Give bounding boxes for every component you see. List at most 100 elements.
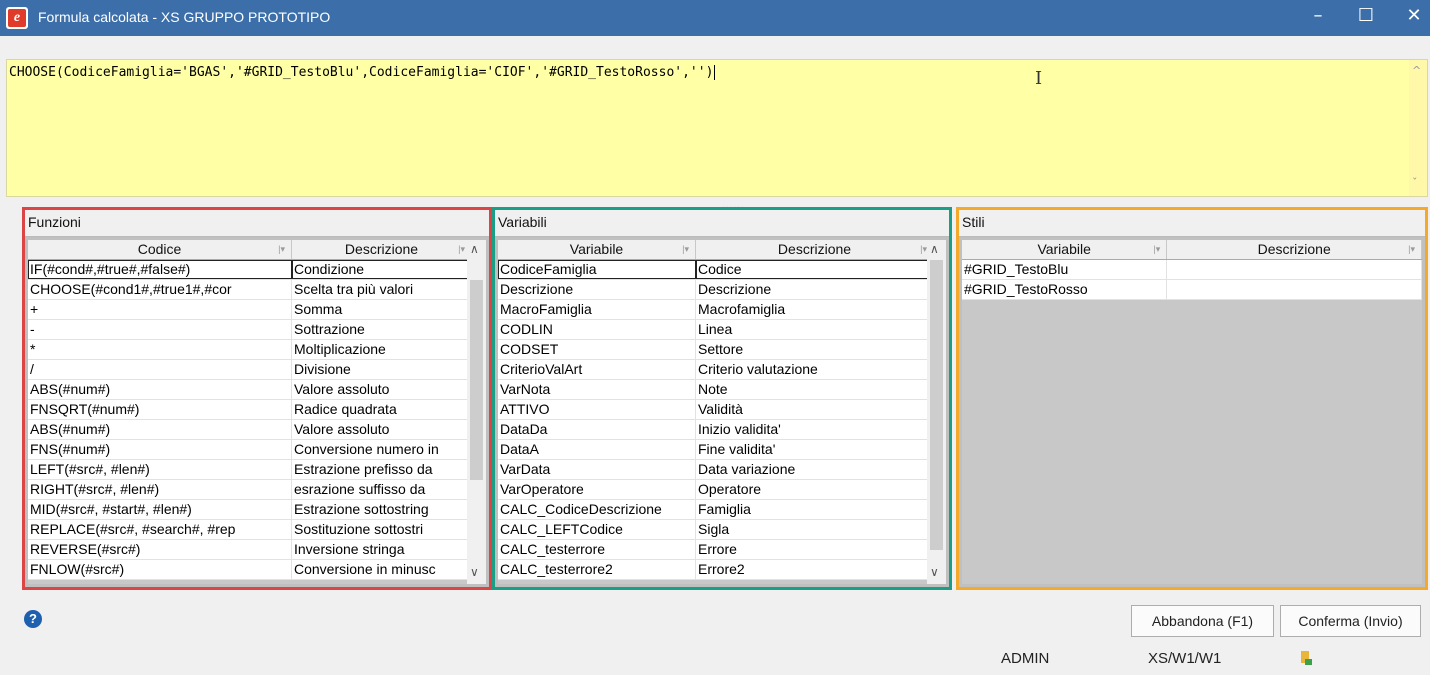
functions-cell: IF(#cond#,#true#,#false#) [28,260,292,279]
scroll-down-icon[interactable]: ˇ [1412,176,1418,189]
functions-cell: REVERSE(#src#) [28,540,292,559]
variables-row[interactable]: MacroFamiglia Macrofamiglia [498,300,946,320]
variables-panel: Variabili Variabile |▾ Descrizione |▾ Codi… [492,207,952,590]
maximize-icon[interactable]: ☐ [1346,0,1386,36]
functions-row[interactable]: ABS(#num#) Valore assoluto [28,420,486,440]
variables-row[interactable]: VarNota Note [498,380,946,400]
variables-row[interactable]: CriterioValArt Criterio valutazione [498,360,946,380]
formula-text: CHOOSE(CodiceFamiglia='BGAS','#GRID_Test… [9,65,714,80]
variables-cell: CALC_testerrore2 [498,560,696,579]
variables-row[interactable]: CALC_LEFTCodice Sigla [498,520,946,540]
functions-row[interactable]: MID(#src#, #start#, #len#) Estrazione sot… [28,500,486,520]
close-icon[interactable]: ✕ [1394,0,1430,36]
functions-cell: + [28,300,292,319]
variables-grid: Variabile |▾ Descrizione |▾ CodiceFamiglia… [498,240,946,584]
variables-cell: Errore2 [696,560,934,579]
formula-editor[interactable]: CHOOSE(CodiceFamiglia='BGAS','#GRID_Test… [6,59,1428,197]
status-user: ADMIN [1001,650,1050,667]
variables-row[interactable]: CodiceFamiglia Codice [498,260,946,280]
functions-cell: esrazione suffisso da [292,480,472,499]
variables-row[interactable]: CALC_testerrore2 Errore2 [498,560,946,580]
scroll-thumb[interactable] [470,280,483,480]
scroll-up-icon[interactable]: ^ [1412,64,1421,77]
app-logo-icon: e [6,7,28,29]
column-header-descrizione[interactable]: Descrizione |▾ [1167,240,1422,259]
styles-row[interactable]: #GRID_TestoBlu [962,260,1422,280]
column-filter-icon[interactable]: |▾ [920,240,927,259]
functions-cell: ABS(#num#) [28,420,292,439]
variables-cell: Inizio validita' [696,420,934,439]
variables-row[interactable]: CODLIN Linea [498,320,946,340]
styles-grid-header: Variabile |▾ Descrizione |▾ [962,240,1422,260]
functions-cell: Inversione stringa [292,540,472,559]
column-filter-icon[interactable]: |▾ [278,240,285,259]
variables-scrollbar[interactable]: ∧ ∨ [927,240,946,584]
editor-scrollbar[interactable]: ^ ˇ [1409,60,1427,196]
column-header-variabile[interactable]: Variabile |▾ [498,240,696,259]
variables-row[interactable]: CALC_testerrore Errore [498,540,946,560]
functions-row[interactable]: FNLOW(#src#) Conversione in minusc [28,560,486,580]
functions-row[interactable]: FNSQRT(#num#) Radice quadrata [28,400,486,420]
column-filter-icon[interactable]: |▾ [1153,240,1160,259]
help-question-icon[interactable]: ? [24,610,42,628]
scroll-down-icon[interactable]: ∨ [930,565,939,579]
variables-cell: Fine validita' [696,440,934,459]
column-header-descrizione[interactable]: Descrizione |▾ [696,240,934,259]
functions-cell: Sostituzione sottostri [292,520,472,539]
functions-grid: Codice |▾ Descrizione |▾ IF(#cond#,#true#,… [28,240,486,584]
variables-row[interactable]: CODSET Settore [498,340,946,360]
functions-cell: Conversione in minusc [292,560,472,579]
functions-cell: * [28,340,292,359]
variables-row[interactable]: DataDa Inizio validita' [498,420,946,440]
variables-row[interactable]: Descrizione Descrizione [498,280,946,300]
functions-cell: FNLOW(#src#) [28,560,292,579]
variables-cell: CODLIN [498,320,696,339]
styles-row[interactable]: #GRID_TestoRosso [962,280,1422,300]
variables-row[interactable]: DataA Fine validita' [498,440,946,460]
status-path: XS/W1/W1 [1148,650,1222,667]
cancel-button[interactable]: Abbandona (F1) [1131,605,1274,637]
functions-row[interactable]: REVERSE(#src#) Inversione stringa [28,540,486,560]
functions-row[interactable]: - Sottrazione [28,320,486,340]
variables-cell: MacroFamiglia [498,300,696,319]
styles-cell [1167,260,1422,279]
variables-cell: DataA [498,440,696,459]
variables-row[interactable]: ATTIVO Validità [498,400,946,420]
column-header-variabile[interactable]: Variabile |▾ [962,240,1168,259]
scroll-down-icon[interactable]: ∨ [470,565,479,579]
functions-row[interactable]: CHOOSE(#cond1#,#true1#,#cor Scelta tra pi… [28,280,486,300]
functions-row[interactable]: FNS(#num#) Conversione numero in [28,440,486,460]
variables-row[interactable]: VarData Data variazione [498,460,946,480]
functions-cell: LEFT(#src#, #len#) [28,460,292,479]
functions-row[interactable]: REPLACE(#src#, #search#, #rep Sostituzion… [28,520,486,540]
scroll-thumb[interactable] [930,260,943,550]
formula-dialog: e Formula calcolata - XS GRUPPO PROTOTIP… [0,0,1430,675]
functions-row[interactable]: / Divisione [28,360,486,380]
functions-row[interactable]: * Moltiplicazione [28,340,486,360]
functions-row[interactable]: RIGHT(#src#, #len#) esrazione suffisso da [28,480,486,500]
column-header-codice[interactable]: Codice |▾ [28,240,292,259]
scroll-up-icon[interactable]: ∧ [930,242,939,256]
minimize-icon[interactable]: – [1298,0,1338,36]
confirm-button[interactable]: Conferma (Invio) [1280,605,1421,637]
functions-cell: - [28,320,292,339]
variables-panel-title: Variabili [495,210,949,237]
functions-row[interactable]: + Somma [28,300,486,320]
variables-row[interactable]: VarOperatore Operatore [498,480,946,500]
variables-row[interactable]: CALC_CodiceDescrizione Famiglia [498,500,946,520]
column-filter-icon[interactable]: |▾ [1408,240,1415,259]
column-filter-icon[interactable]: |▾ [458,240,465,259]
column-header-descrizione[interactable]: Descrizione |▾ [292,240,472,259]
functions-cell: Divisione [292,360,472,379]
functions-cell: Sottrazione [292,320,472,339]
functions-row[interactable]: LEFT(#src#, #len#) Estrazione prefisso da [28,460,486,480]
title-bar: e Formula calcolata - XS GRUPPO PROTOTIP… [0,0,1430,36]
variables-cell: ATTIVO [498,400,696,419]
window-title: Formula calcolata - XS GRUPPO PROTOTIPO [38,9,331,25]
variables-cell: Codice [696,260,934,279]
functions-row[interactable]: ABS(#num#) Valore assoluto [28,380,486,400]
scroll-up-icon[interactable]: ∧ [470,242,479,256]
column-filter-icon[interactable]: |▾ [682,240,689,259]
functions-row[interactable]: IF(#cond#,#true#,#false#) Condizione [28,260,486,280]
functions-scrollbar[interactable]: ∧ ∨ [467,240,486,584]
